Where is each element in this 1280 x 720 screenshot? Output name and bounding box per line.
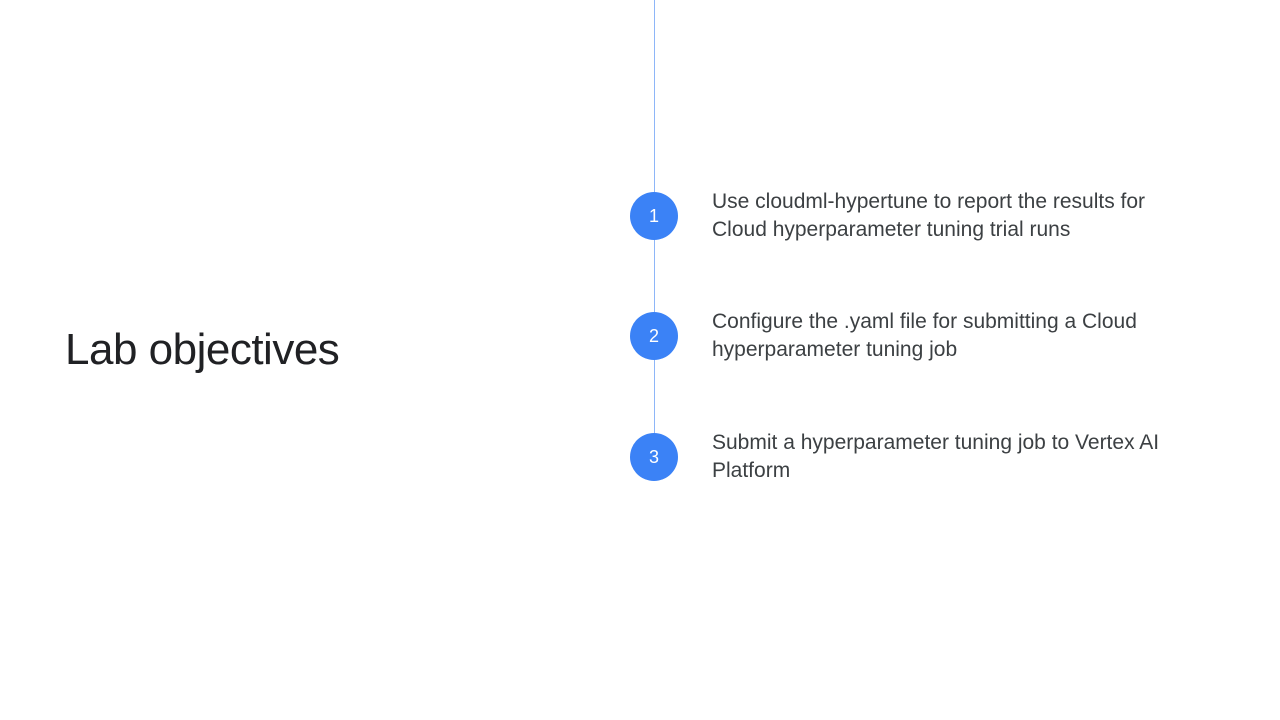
step-1: 1 Use cloudml-hypertune to report the re… bbox=[630, 188, 1192, 245]
step-2: 2 Configure the .yaml file for submittin… bbox=[630, 308, 1192, 365]
step-3: 3 Submit a hyperparameter tuning job to … bbox=[630, 429, 1192, 486]
slide: Lab objectives 1 Use cloudml-hypertune t… bbox=[0, 0, 1280, 720]
step-badge-2: 2 bbox=[630, 312, 678, 360]
slide-title: Lab objectives bbox=[65, 325, 339, 375]
step-badge-1: 1 bbox=[630, 192, 678, 240]
step-text-2: Configure the .yaml file for submitting … bbox=[712, 308, 1192, 365]
step-text-1: Use cloudml-hypertune to report the resu… bbox=[712, 188, 1192, 245]
step-badge-3: 3 bbox=[630, 433, 678, 481]
step-text-3: Submit a hyperparameter tuning job to Ve… bbox=[712, 429, 1192, 486]
